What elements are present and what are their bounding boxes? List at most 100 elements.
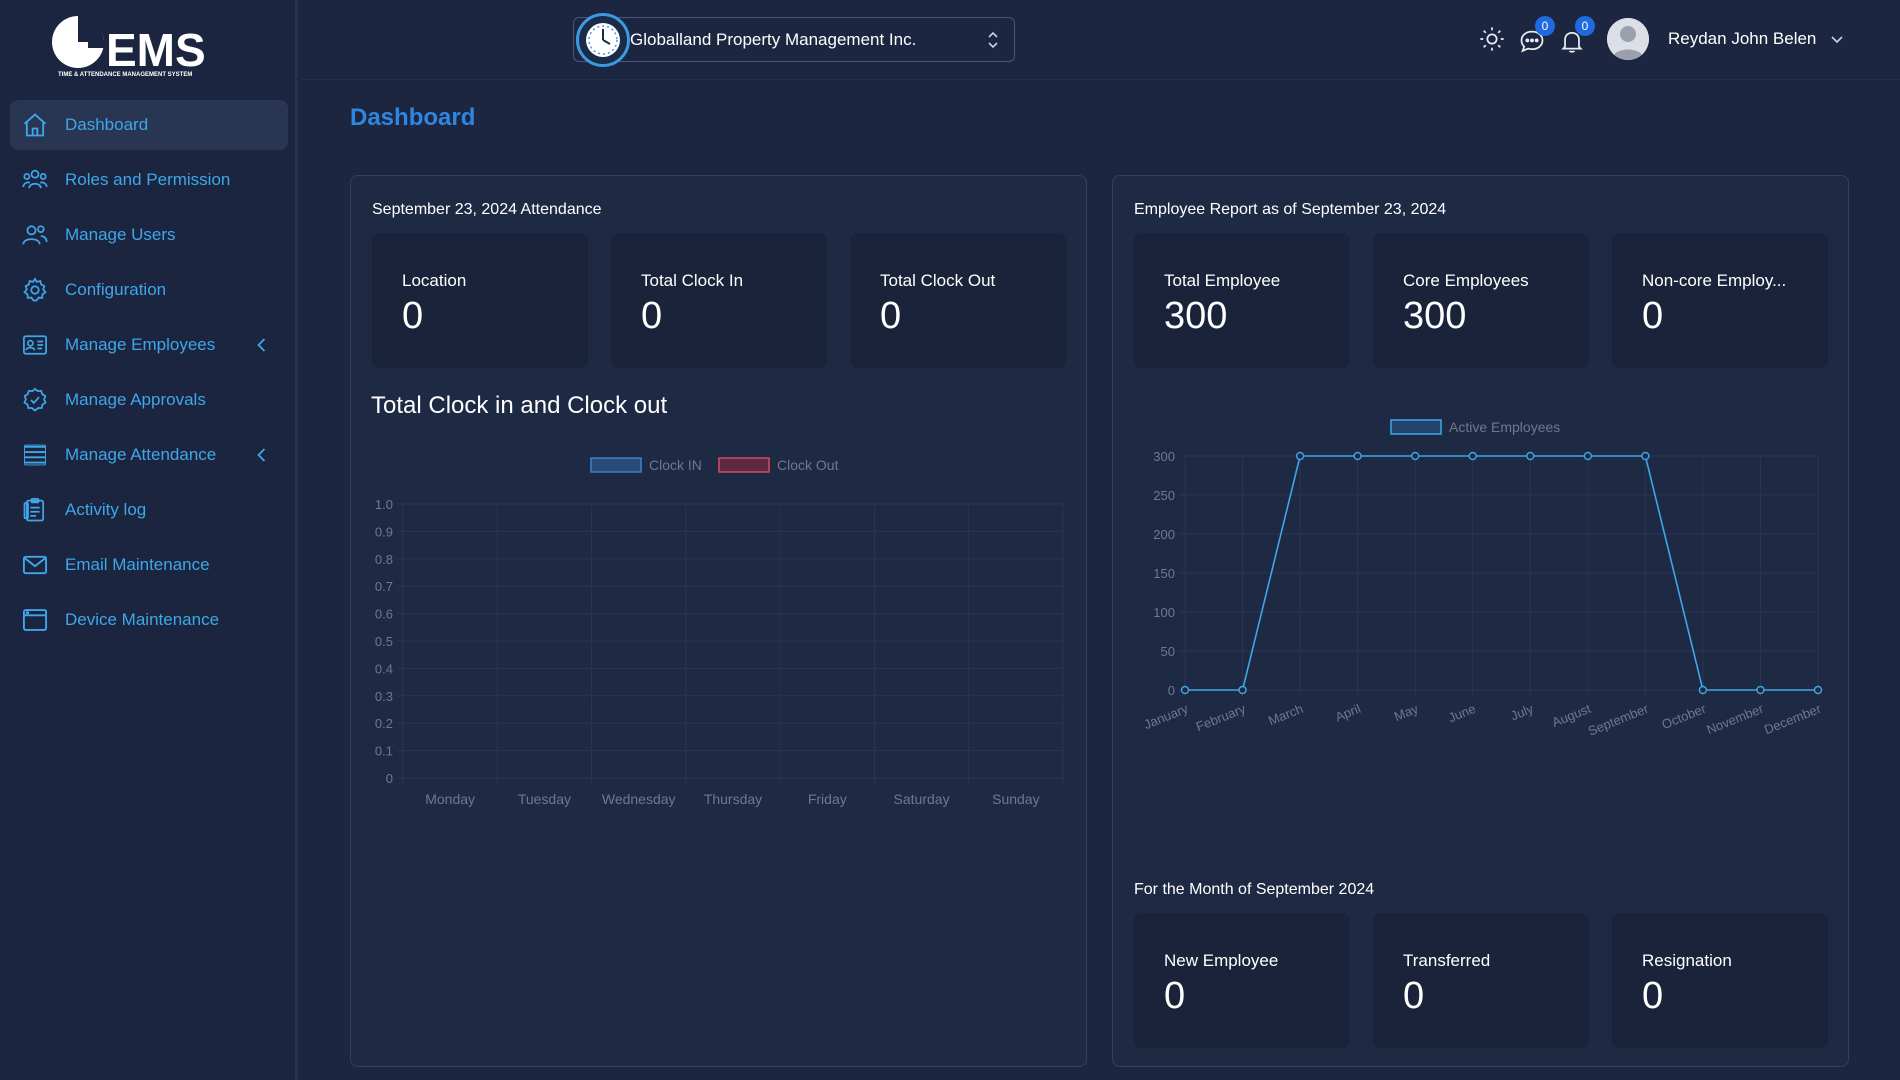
data-point	[1410, 451, 1420, 461]
up-down-chevron-icon	[988, 31, 998, 49]
stat-value: 300	[1403, 295, 1467, 337]
messages-button[interactable]: 0	[1515, 16, 1555, 58]
y-tick-label: 0	[1168, 683, 1175, 698]
sidebar-item-label: Configuration	[65, 280, 167, 299]
sidebar-item-label: Manage Employees	[65, 335, 216, 354]
sidebar-item-activity-log[interactable]: Activity log	[10, 485, 288, 535]
user-name[interactable]: Reydan John Belen	[1668, 29, 1816, 49]
y-tick-label: 0.8	[375, 552, 393, 567]
stat-value: 0	[1642, 295, 1664, 337]
stat-card-new-employee: New Employee 0	[1134, 913, 1350, 1048]
sidebar-item-device[interactable]: Device Maintenance	[10, 595, 288, 645]
logo-tagline: TIME & ATTENDANCE MANAGEMENT SYSTEM	[58, 72, 192, 78]
x-tick-label: Tuesday	[518, 791, 571, 807]
y-tick-label: 1.0	[375, 497, 393, 512]
sidebar-item-approvals[interactable]: Manage Approvals	[10, 375, 288, 425]
stat-value: 0	[402, 295, 424, 337]
gems-logo[interactable]: EMS TIME & ATTENDANCE MANAGEMENT SYSTEM	[48, 12, 230, 78]
stat-value: 0	[880, 295, 902, 337]
sidebar-item-label: Manage Attendance	[65, 445, 217, 464]
data-point	[1468, 451, 1477, 461]
employee-report-panel: Employee Report as of September 23, 2024…	[1112, 175, 1849, 1067]
attendance-panel: September 23, 2024 Attendance Location 0…	[350, 175, 1087, 1067]
sidebar-item-label: Roles and Permission	[65, 170, 231, 189]
stat-label: New Employee	[1164, 951, 1279, 970]
messages-badge: 0	[1535, 16, 1555, 36]
clipboard-icon	[20, 495, 50, 525]
active-employees-chart: Active Employees 300 250 200 150 100 50 0 Januar…	[1142, 419, 1824, 739]
chart-legend: Clock IN Clock Out	[590, 457, 839, 473]
stat-card-transferred: Transferred 0	[1373, 913, 1589, 1048]
sidebar-item-label: Email Maintenance	[65, 555, 210, 574]
stat-label: Total Clock In	[641, 271, 744, 290]
x-tick-label: October	[1660, 701, 1709, 732]
company-selector[interactable]: Globalland Property Management Inc.	[573, 13, 1015, 67]
legend-swatch-clock-in	[590, 457, 642, 473]
x-tick-label: June	[1446, 701, 1478, 725]
y-tick-label: 0.6	[375, 607, 393, 622]
sidebar-item-label: Device Maintenance	[65, 610, 220, 629]
data-point	[1583, 451, 1593, 461]
stat-value: 0	[1403, 975, 1425, 1017]
users-icon	[20, 220, 50, 250]
chart-title: Total Clock in and Clock out	[371, 392, 668, 419]
stat-label: Total Employee	[1164, 271, 1281, 290]
sidebar-item-email[interactable]: Email Maintenance	[10, 540, 288, 590]
data-point	[1295, 451, 1305, 461]
sidebar-item-dashboard[interactable]: Dashboard	[10, 100, 288, 150]
sidebar-item-employees[interactable]: Manage Employees	[10, 320, 288, 370]
chevron-down-icon[interactable]	[1828, 30, 1846, 48]
x-tick-label: July	[1508, 701, 1536, 724]
y-tick-label: 0.2	[375, 716, 393, 731]
data-point	[1641, 451, 1650, 461]
x-tick-label: February	[1194, 701, 1248, 735]
legend-label-clock-in: Clock IN	[649, 457, 702, 473]
company-logo-icon	[576, 13, 630, 67]
x-tick-label: January	[1142, 701, 1191, 732]
x-tick-label: Saturday	[894, 791, 950, 807]
sidebar-item-label: Dashboard	[65, 115, 149, 134]
data-point	[1756, 685, 1765, 695]
chart-legend: Active Employees	[1390, 419, 1560, 435]
data-point	[1813, 685, 1823, 695]
clock-in-out-chart: Clock IN Clock Out 1.0 0.9 0.8 0.7 0.6 0.5 0.4 0.…	[375, 457, 1064, 807]
sidebar-item-label: Activity log	[65, 500, 147, 519]
stat-value: 0	[1642, 975, 1664, 1017]
sidebar-item-label: Manage Users	[65, 225, 176, 244]
chevron-left-icon	[257, 338, 266, 352]
sidebar-item-configuration[interactable]: Configuration	[10, 265, 288, 315]
stat-card-noncore-employees: Non-core Employ... 0	[1612, 233, 1828, 368]
user-avatar[interactable]	[1607, 18, 1649, 60]
stat-label: Resignation	[1642, 951, 1732, 970]
home-icon	[20, 110, 50, 140]
notifications-button[interactable]: 0	[1555, 16, 1595, 58]
data-point	[1180, 685, 1190, 695]
x-tick-label: November	[1704, 701, 1766, 738]
x-tick-label: Sunday	[992, 791, 1039, 807]
y-tick-label: 300	[1153, 449, 1175, 464]
data-point	[1526, 451, 1535, 461]
y-tick-label: 0.1	[375, 744, 393, 759]
x-tick-label: Monday	[425, 791, 475, 807]
month-heading: For the Month of September 2024	[1134, 881, 1375, 898]
stat-value: 0	[641, 295, 663, 337]
sidebar-item-roles[interactable]: Roles and Permission	[10, 155, 288, 205]
check-badge-icon	[20, 385, 50, 415]
y-tick-label: 50	[1161, 644, 1175, 659]
sidebar: EMS TIME & ATTENDANCE MANAGEMENT SYSTEM …	[0, 0, 298, 1080]
y-tick-label: 0.9	[375, 524, 393, 539]
x-tick-label: April	[1333, 701, 1363, 725]
sidebar-item-users[interactable]: Manage Users	[10, 210, 288, 260]
y-tick-label: 0.7	[375, 579, 393, 594]
theme-toggle-sun-icon[interactable]	[1475, 22, 1509, 56]
stat-card-total-employee: Total Employee 300	[1134, 233, 1350, 368]
id-card-icon	[20, 330, 50, 360]
y-tick-label: 0.3	[375, 689, 393, 704]
data-point	[1238, 685, 1247, 695]
legend-swatch-clock-out	[718, 457, 770, 473]
x-tick-label: Friday	[808, 791, 847, 807]
gear-icon	[20, 275, 50, 305]
x-tick-label: Thursday	[704, 791, 762, 807]
stat-card-resignation: Resignation 0	[1612, 913, 1828, 1048]
sidebar-item-attendance[interactable]: Manage Attendance	[10, 430, 288, 480]
